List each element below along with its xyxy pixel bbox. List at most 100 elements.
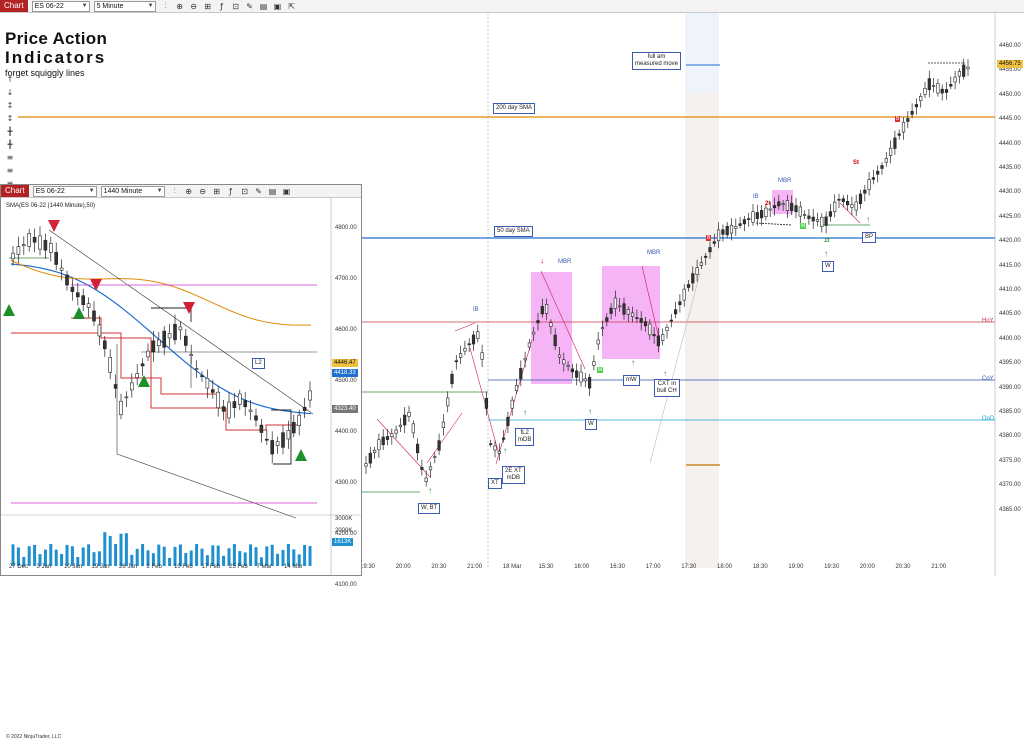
bar-chart-icon[interactable]: ⫶ bbox=[162, 1, 170, 11]
time-tick-label: 21:00 bbox=[467, 564, 483, 570]
heading-line-1: Price Action bbox=[5, 29, 108, 48]
volume-bar bbox=[286, 544, 290, 566]
time-tick-label: 16:00 bbox=[574, 564, 590, 570]
zoom-in-icon[interactable]: ⊕ bbox=[176, 2, 184, 11]
indicators-icon[interactable]: ƒ bbox=[227, 187, 235, 196]
arrow-down-icon[interactable]: ↓ bbox=[2, 86, 18, 99]
template-icon[interactable]: ▤ bbox=[269, 187, 277, 196]
daily-candle bbox=[178, 320, 183, 340]
draw-icon[interactable]: ✎ bbox=[255, 187, 263, 196]
date-tick-label: 25 Feb bbox=[229, 564, 248, 570]
zoom-out-icon[interactable]: ⊖ bbox=[199, 187, 207, 196]
full-am-note: full am measured move bbox=[632, 52, 682, 70]
chart-tab[interactable]: Chart bbox=[0, 0, 28, 12]
candle bbox=[949, 76, 953, 90]
candle bbox=[824, 211, 828, 234]
candle bbox=[415, 438, 420, 461]
daily-candle bbox=[227, 392, 231, 424]
candle bbox=[845, 194, 850, 211]
list-icon[interactable]: ≡ bbox=[2, 164, 18, 177]
candle bbox=[751, 203, 755, 226]
candle bbox=[755, 204, 759, 226]
candle bbox=[377, 433, 381, 458]
hoy-label: HoY bbox=[982, 318, 994, 324]
price-tick-label: 4500.00 bbox=[335, 378, 357, 384]
bull-triangle-icon bbox=[138, 375, 150, 387]
volume-bar bbox=[65, 544, 69, 566]
move-icon[interactable]: ↕ bbox=[2, 99, 18, 112]
zoom-in-icon[interactable]: ⊕ bbox=[185, 187, 193, 196]
daily-candle bbox=[92, 301, 96, 327]
candle bbox=[901, 117, 906, 140]
candle bbox=[798, 201, 802, 225]
volume-bar bbox=[195, 544, 199, 566]
daily-candle bbox=[38, 226, 42, 256]
draw-icon[interactable]: ✎ bbox=[246, 2, 254, 11]
volume-tick-label: 2000K bbox=[335, 528, 353, 534]
line-icon[interactable]: ╋ bbox=[2, 138, 18, 151]
candle bbox=[927, 70, 931, 98]
inset-toolbar: Chart ES 06-22 ▼ 1440 Minute ▼ ⫶ ⊕ ⊖ ⊞ ƒ ⊡… bbox=[1, 185, 361, 198]
price-tick-label: 4415.00 bbox=[999, 262, 1021, 269]
candle bbox=[407, 405, 411, 423]
ib-label: IB bbox=[753, 194, 759, 200]
list-icon[interactable]: ≡ bbox=[2, 151, 18, 164]
strategies-icon[interactable]: ⊡ bbox=[232, 2, 240, 11]
daily-price-chart[interactable] bbox=[1, 198, 361, 576]
candle bbox=[820, 213, 824, 233]
price-tick-label: 4405.00 bbox=[999, 311, 1021, 318]
candle bbox=[523, 351, 527, 368]
candle bbox=[721, 224, 725, 242]
daily-chart-window[interactable]: Chart ES 06-22 ▼ 1440 Minute ▼ ⫶ ⊕ ⊖ ⊞ ƒ ⊡… bbox=[0, 184, 362, 740]
properties-icon[interactable]: ⊞ bbox=[213, 187, 221, 196]
candle bbox=[854, 194, 858, 216]
daily-candle bbox=[302, 397, 307, 419]
share-icon[interactable]: ⇱ bbox=[288, 2, 296, 11]
arrow-up-icon[interactable]: ↑ bbox=[2, 73, 18, 86]
instrument-select[interactable]: ES 06-22 ▼ bbox=[31, 0, 90, 12]
candle bbox=[876, 165, 880, 183]
candle bbox=[807, 209, 811, 225]
chart-tab[interactable]: Chart bbox=[1, 185, 29, 197]
w-bt-note: W, BT bbox=[418, 503, 441, 514]
daily-candle bbox=[124, 391, 129, 408]
instrument-select[interactable]: ES 06-22 ▼ bbox=[32, 185, 97, 197]
daily-candle bbox=[270, 431, 275, 464]
snapshot-icon[interactable]: ▣ bbox=[274, 2, 282, 11]
strategies-icon[interactable]: ⊡ bbox=[241, 187, 249, 196]
properties-icon[interactable]: ⊞ bbox=[204, 2, 212, 11]
daily-candle bbox=[130, 373, 134, 398]
timeframe-select[interactable]: 5 Minute ▼ bbox=[93, 0, 156, 12]
candle bbox=[888, 140, 893, 164]
time-tick-label: 19:30 bbox=[360, 564, 376, 570]
candle bbox=[497, 443, 501, 461]
line-icon[interactable]: ╋ bbox=[2, 125, 18, 138]
volume-bar bbox=[87, 544, 91, 566]
candle bbox=[953, 70, 957, 90]
bull-arrow-icon: ↑ bbox=[428, 486, 432, 495]
indicators-icon[interactable]: ƒ bbox=[218, 2, 226, 11]
price-tick-label: 4700.00 bbox=[335, 276, 357, 282]
time-tick-label: 20:30 bbox=[431, 564, 447, 570]
daily-candle bbox=[16, 236, 21, 263]
candle bbox=[833, 194, 837, 218]
w-note: W bbox=[585, 419, 597, 430]
price-tick-label: 4800.00 bbox=[335, 225, 357, 231]
timeframe-select[interactable]: 1440 Minute ▼ bbox=[100, 185, 165, 197]
volume-bar bbox=[162, 546, 166, 566]
candle bbox=[579, 364, 583, 387]
candle bbox=[863, 184, 867, 202]
signal-marker: B bbox=[895, 116, 901, 122]
template-icon[interactable]: ▤ bbox=[260, 2, 268, 11]
date-tick-label: 2 Feb bbox=[146, 564, 162, 570]
candle bbox=[381, 429, 385, 450]
daily-candle bbox=[194, 360, 199, 379]
candle bbox=[514, 378, 519, 394]
snapshot-icon[interactable]: ▣ bbox=[283, 187, 291, 196]
zoom-out-icon[interactable]: ⊖ bbox=[190, 2, 198, 11]
volume-tick-label: 3000K bbox=[335, 516, 353, 522]
candle bbox=[936, 78, 940, 97]
bar-chart-icon[interactable]: ⫶ bbox=[171, 186, 179, 196]
move-icon[interactable]: ↕ bbox=[2, 112, 18, 125]
candle bbox=[966, 59, 970, 77]
